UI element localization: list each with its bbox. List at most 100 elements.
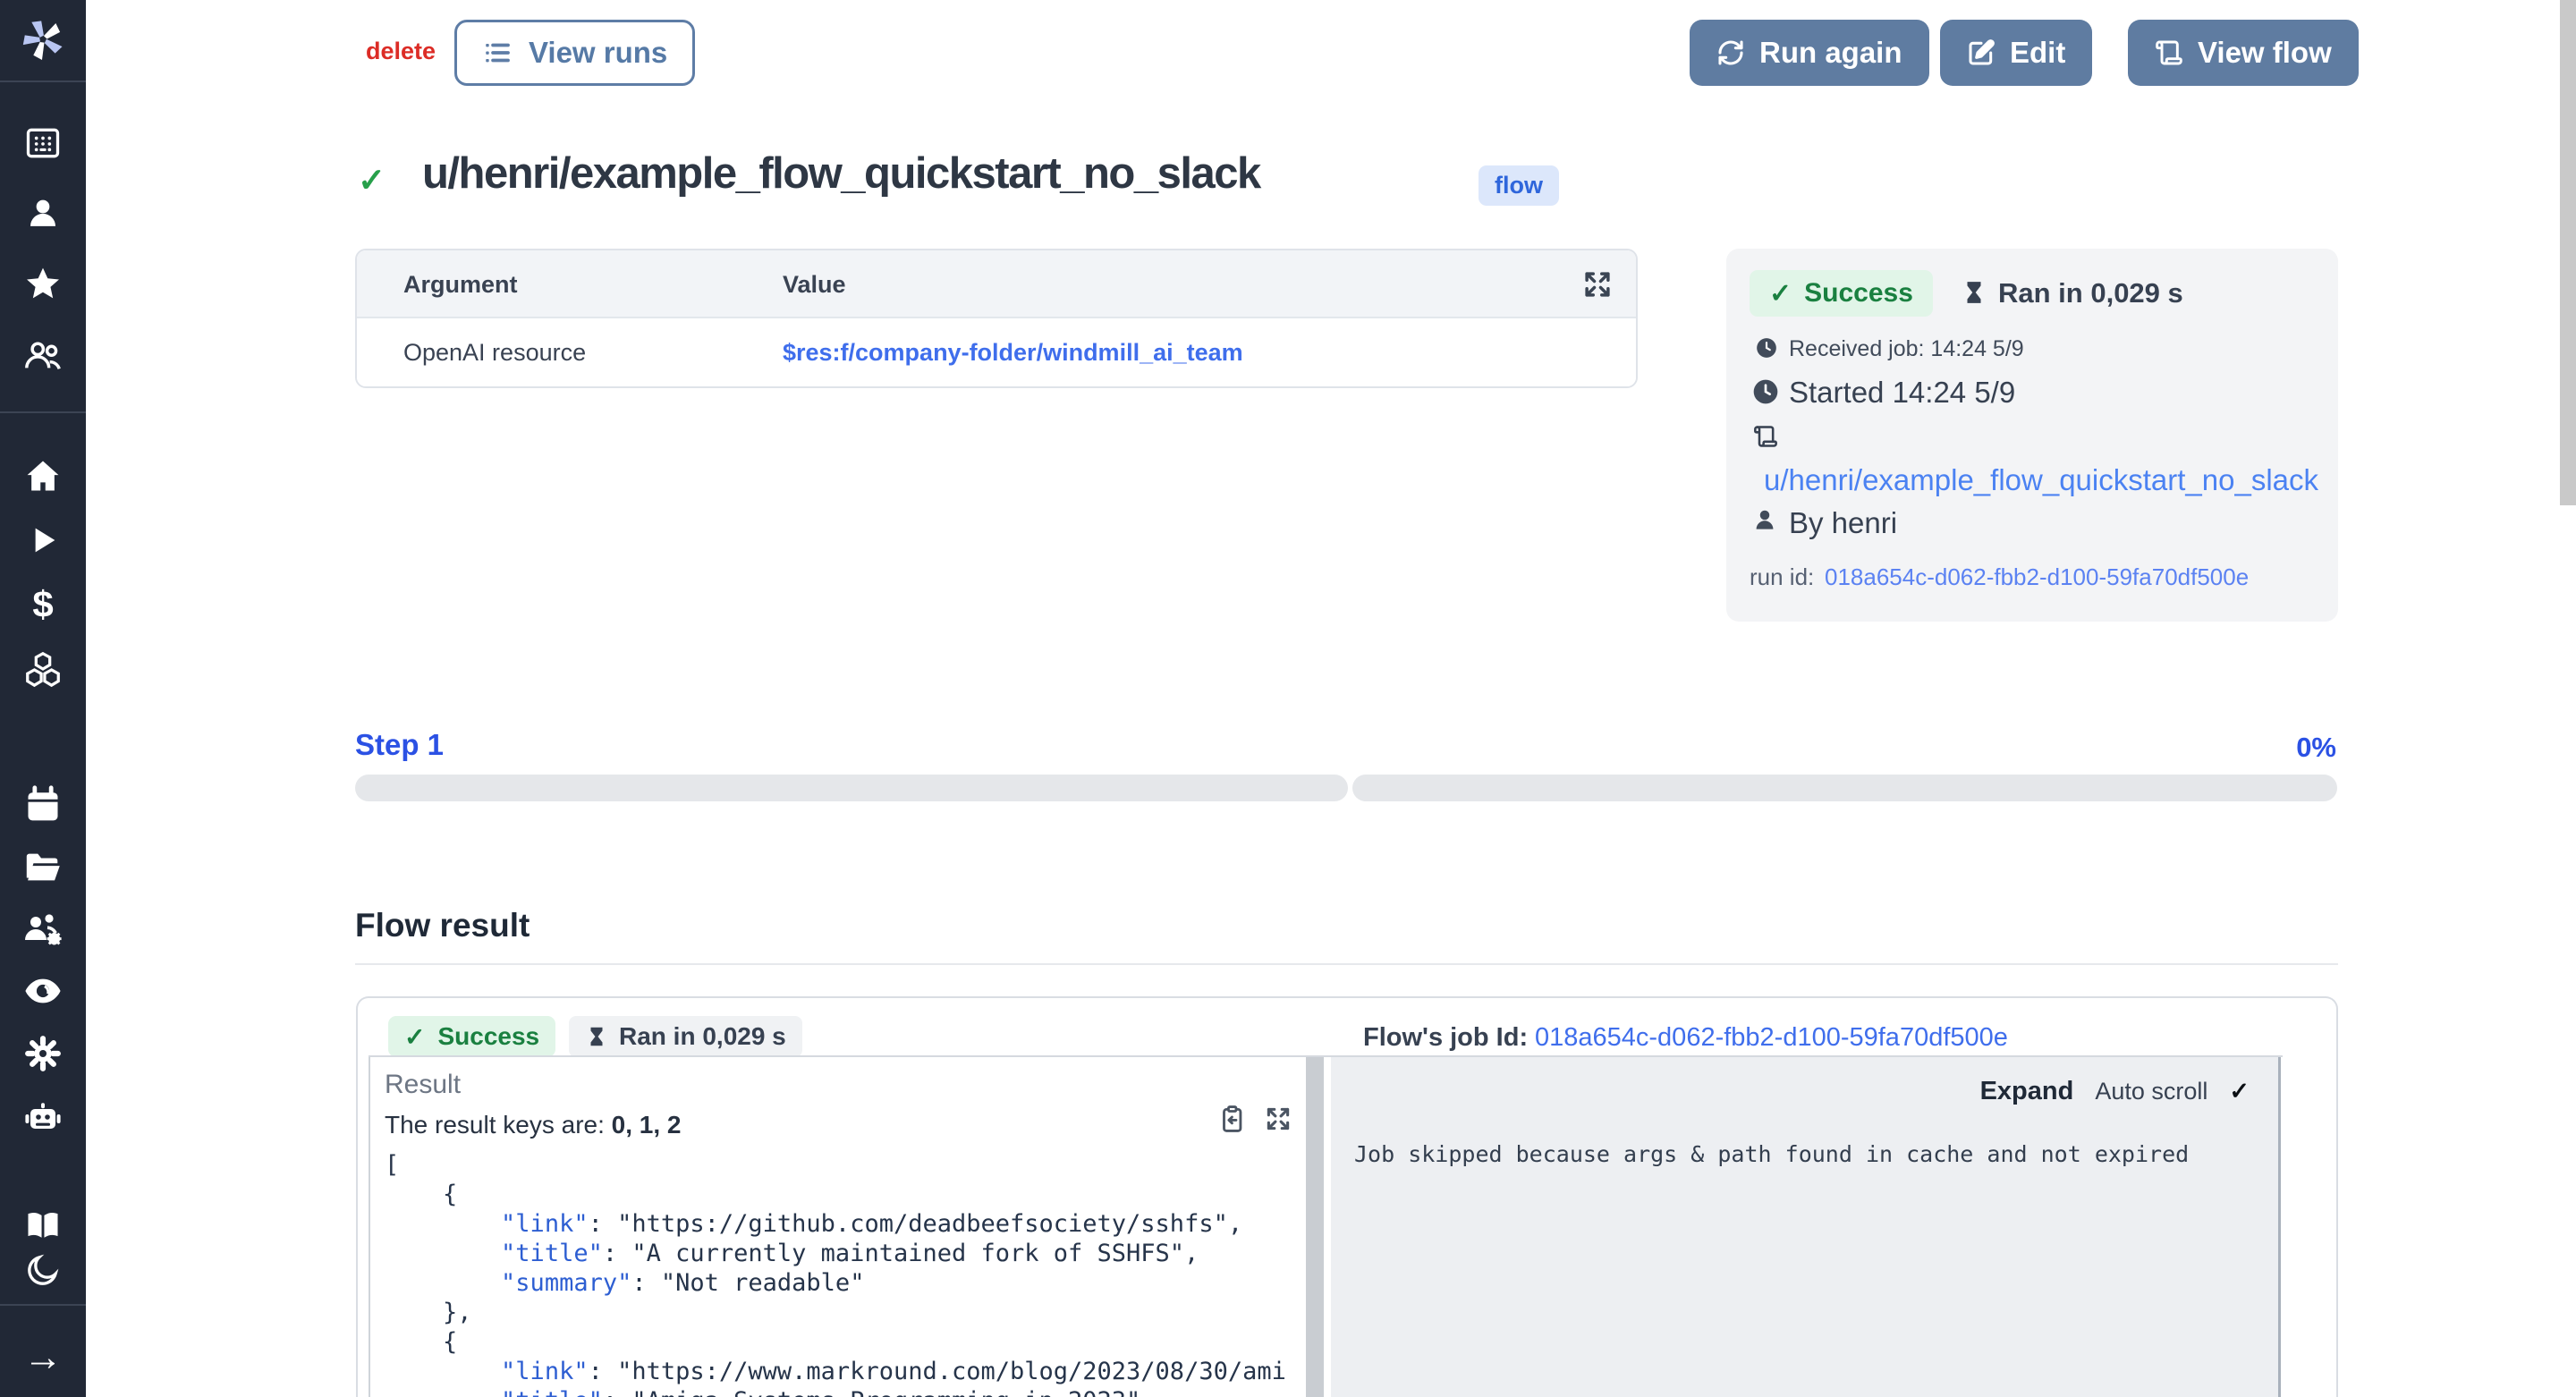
run-id-link[interactable]: 018a654c-d062-fbb2-d100-59fa70df500e — [1825, 563, 2249, 591]
view-flow-button[interactable]: View flow — [2128, 20, 2359, 86]
sidebar-item-groups[interactable] — [0, 910, 86, 950]
sidebar-item-members[interactable] — [0, 336, 86, 376]
result-label: Result — [385, 1070, 461, 1100]
step-label[interactable]: Step 1 — [355, 728, 444, 762]
view-flow-label: View flow — [2198, 36, 2332, 70]
argument-value-link[interactable]: $res:f/company-folder/windmill_ai_team — [783, 318, 1243, 386]
result-json: [ { "link": "https://github.com/deadbeef… — [385, 1150, 1286, 1397]
logs-panel: Expand Auto scroll ✓ Job skipped because… — [1331, 1057, 2281, 1397]
dark-mode-toggle[interactable] — [0, 1250, 86, 1290]
delete-button[interactable]: delete — [366, 38, 436, 65]
moon-icon — [24, 1251, 62, 1289]
flow-path-link[interactable]: u/henri/example_flow_quickstart_no_slack — [1764, 463, 2318, 497]
sidebar-item-docs[interactable] — [0, 1206, 86, 1245]
expand-result-button[interactable] — [1263, 1104, 1293, 1134]
sidebar-item-settings[interactable] — [0, 1034, 86, 1073]
check-icon: ✓ — [404, 1022, 425, 1052]
result-keys-line: The result keys are: 0, 1, 2 — [385, 1111, 682, 1139]
run-info-panel: ✓ Success Ran in 0,029 s Received job: 1… — [1726, 249, 2338, 622]
view-runs-label: View runs — [529, 36, 667, 70]
sidebar-item-resources[interactable] — [0, 649, 86, 689]
autoscroll-check-icon[interactable]: ✓ — [2229, 1078, 2250, 1105]
star-icon — [23, 265, 63, 304]
success-check-icon: ✓ — [358, 161, 386, 199]
sidebar-item-schedules[interactable] — [0, 785, 86, 825]
sidebar-divider — [0, 1304, 86, 1306]
check-icon: ✓ — [1769, 278, 1792, 309]
run-again-label: Run again — [1759, 36, 1902, 70]
expand-icon — [1263, 1104, 1293, 1134]
calendar-icon — [23, 785, 63, 825]
result-status-label: Success — [437, 1022, 539, 1051]
arguments-table-header: Argument Value — [357, 250, 1636, 318]
result-panel: Result The result keys are: 0, 1, 2 — [369, 1057, 1306, 1397]
flow-type-badge: flow — [1479, 165, 1559, 206]
expand-args-button[interactable] — [1580, 267, 1614, 301]
job-id-label: Flow's job Id: — [1363, 1023, 1528, 1053]
sidebar-item-home[interactable] — [0, 456, 86, 495]
expand-sidebar-button[interactable]: → — [0, 1338, 86, 1377]
sidebar-item-ai[interactable] — [0, 1096, 86, 1136]
sidebar-item-folders[interactable] — [0, 848, 86, 887]
user-icon — [24, 194, 62, 232]
column-value: Value — [783, 250, 846, 318]
result-status-badge: ✓ Success — [388, 1016, 555, 1057]
page-title: u/henri/example_flow_quickstart_no_slack — [422, 148, 1260, 199]
sidebar: $ — [0, 0, 86, 1397]
argument-name: OpenAI resource — [403, 318, 586, 386]
edit-label: Edit — [2010, 36, 2065, 70]
view-runs-button[interactable]: View runs — [454, 20, 695, 86]
progress-percent: 0% — [2272, 732, 2336, 764]
flow-result-card: ✓ Success Ran in 0,029 s Flow's job Id: … — [356, 996, 2338, 1397]
author-label: By henri — [1789, 506, 1897, 540]
sidebar-item-favorites[interactable] — [0, 265, 86, 304]
clipboard-copy-icon — [1216, 1104, 1247, 1134]
group-settings-icon — [21, 909, 64, 952]
arguments-table: Argument Value OpenAI resource $res:f/co… — [355, 249, 1638, 388]
received-job-label: Received job: 14:24 5/9 — [1789, 336, 2024, 362]
clock-icon — [1751, 377, 1780, 406]
windmill-logo[interactable] — [0, 18, 86, 61]
sidebar-item-user[interactable] — [0, 193, 86, 233]
result-duration-label: Ran in 0,029 s — [619, 1022, 786, 1051]
folder-icon — [22, 847, 64, 888]
flow-scroll-icon — [2155, 38, 2183, 67]
book-icon — [23, 1206, 63, 1245]
user-icon — [1751, 506, 1778, 533]
copy-result-button[interactable] — [1216, 1104, 1247, 1134]
sidebar-item-audit-logs[interactable] — [0, 971, 86, 1011]
sidebar-divider — [0, 80, 86, 82]
dollar-icon: $ — [32, 586, 53, 623]
run-id-label: run id: — [1750, 563, 1814, 591]
result-log-split: Result The result keys are: 0, 1, 2 — [369, 1055, 2283, 1397]
sidebar-item-apps[interactable] — [0, 123, 86, 163]
run-again-button[interactable]: Run again — [1690, 20, 1929, 86]
expand-logs-button[interactable]: Expand — [1980, 1077, 2074, 1106]
result-duration-badge: Ran in 0,029 s — [569, 1016, 802, 1057]
user-group-icon — [22, 335, 64, 377]
panel-splitter[interactable] — [1306, 1057, 1324, 1397]
status-badge: ✓ Success — [1750, 270, 1933, 317]
robot-icon — [21, 1095, 64, 1138]
sidebar-item-variables[interactable]: $ — [0, 585, 86, 624]
progress-bar-segment[interactable] — [1352, 775, 2337, 801]
edit-button[interactable]: Edit — [1940, 20, 2092, 86]
result-keys-prefix: The result keys are: — [385, 1111, 612, 1139]
flow-scroll-icon — [1753, 424, 1778, 449]
sidebar-item-runs[interactable] — [0, 521, 86, 560]
job-id-link[interactable]: 018a654c-d062-fbb2-d100-59fa70df500e — [1535, 1023, 2008, 1053]
logs-toolbar: Expand Auto scroll ✓ — [1980, 1077, 2250, 1106]
eye-icon — [22, 970, 64, 1012]
home-icon — [23, 456, 63, 495]
arrow-right-icon: → — [23, 1338, 63, 1377]
app-window-icon — [23, 123, 63, 163]
sidebar-divider — [0, 411, 86, 413]
play-icon — [25, 522, 61, 558]
page-scrollbar[interactable] — [2560, 0, 2576, 505]
section-divider — [355, 963, 2338, 965]
result-keys: 0, 1, 2 — [612, 1111, 682, 1139]
table-row: OpenAI resource $res:f/company-folder/wi… — [357, 318, 1636, 386]
list-icon — [482, 38, 513, 68]
progress-bar-segment[interactable] — [355, 775, 1348, 801]
cubes-icon — [22, 648, 64, 690]
